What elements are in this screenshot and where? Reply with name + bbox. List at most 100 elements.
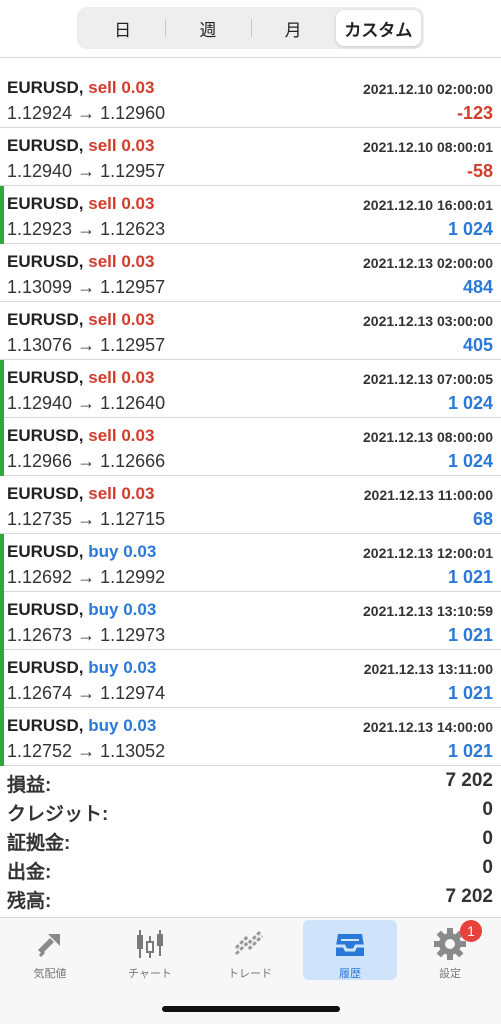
- price-range: 1.12966 → 1.12666: [7, 451, 166, 471]
- price-range: 1.12692 → 1.12992: [7, 567, 166, 587]
- side-label: sell 0.03: [88, 310, 155, 329]
- table-row[interactable]: EURUSD, sell 0.03 2021.12.10 08:00:01 1.…: [0, 128, 501, 186]
- trade-time: 2021.12.10 02:00:00: [363, 81, 493, 97]
- trade-time: 2021.12.13 12:00:01: [363, 545, 493, 561]
- side-label: buy 0.03: [88, 600, 157, 619]
- summary-credit-row: クレジット: 0: [0, 797, 501, 826]
- price-range: 1.13099 → 1.12957: [7, 277, 166, 297]
- table-row[interactable]: EURUSD, sell 0.03 2021.12.13 08:00:00 1.…: [0, 418, 501, 476]
- tab-month[interactable]: 月: [250, 10, 336, 46]
- table-row[interactable]: EURUSD, buy 0.03 2021.12.13 12:00:01 1.1…: [0, 534, 501, 592]
- period-segmented-control: 日 週 月 カスタム: [77, 7, 424, 49]
- tab-label: チャート: [128, 968, 172, 980]
- trade-time: 2021.12.13 13:10:59: [363, 603, 493, 619]
- price-range: 1.12940 → 1.12957: [7, 161, 166, 181]
- price-range: 1.12735 → 1.12715: [7, 509, 166, 529]
- trade-time: 2021.12.13 13:11:00: [363, 661, 493, 677]
- symbol: EURUSD,: [7, 368, 84, 387]
- table-row[interactable]: EURUSD, sell 0.03 2021.12.13 11:00:00 1.…: [0, 476, 501, 534]
- summary-balance-row: 残高: 7 202: [0, 884, 501, 913]
- gear-icon: 1: [432, 920, 482, 962]
- home-indicator: [162, 1006, 340, 1012]
- trade-time: 2021.12.13 08:00:00: [363, 429, 493, 445]
- price-range: 1.12752 → 1.13052: [7, 741, 166, 761]
- side-label: sell 0.03: [88, 136, 155, 155]
- price-range: 1.12673 → 1.12973: [7, 625, 166, 645]
- table-row[interactable]: EURUSD, buy 0.03 2021.12.13 14:00:00 1.1…: [0, 708, 501, 766]
- side-label: sell 0.03: [88, 426, 155, 445]
- symbol: EURUSD,: [7, 310, 84, 329]
- symbol: EURUSD,: [7, 542, 84, 561]
- trade-time: 2021.12.13 11:00:00: [363, 487, 493, 503]
- trade-time: 2021.12.10 08:00:01: [363, 139, 493, 155]
- side-label: sell 0.03: [88, 484, 155, 503]
- price-range: 1.12924 → 1.12960: [7, 103, 166, 123]
- trade-time: 2021.12.13 03:00:00: [363, 313, 493, 329]
- profit-loss: 405: [462, 335, 493, 355]
- summary-value: 0: [482, 857, 493, 878]
- trade-time: 2021.12.10 16:00:01: [363, 197, 493, 213]
- summary-withdrawal-row: 出金: 0: [0, 855, 501, 884]
- tab-week[interactable]: 週: [165, 10, 250, 46]
- symbol: EURUSD,: [7, 136, 84, 155]
- profit-loss: 1 021: [447, 567, 493, 587]
- profit-loss: 484: [462, 277, 493, 297]
- summary-value: 0: [482, 828, 493, 849]
- price-range: 1.13076 → 1.12957: [7, 335, 166, 355]
- profit-loss: 1 024: [447, 393, 493, 413]
- symbol: EURUSD,: [7, 426, 84, 445]
- table-row[interactable]: EURUSD, sell 0.03 2021.12.13 02:00:00 1.…: [0, 244, 501, 302]
- price-range: 1.12923 → 1.12623: [7, 219, 166, 239]
- symbol: EURUSD,: [7, 252, 84, 271]
- side-label: buy 0.03: [88, 542, 157, 561]
- table-row[interactable]: EURUSD, buy 0.03 2021.12.13 13:11:00 1.1…: [0, 650, 501, 708]
- profit-loss: 1 024: [447, 451, 493, 471]
- side-label: buy 0.03: [88, 658, 157, 677]
- side-label: sell 0.03: [88, 368, 155, 387]
- history-inbox-icon: [332, 926, 368, 962]
- symbol: EURUSD,: [7, 716, 84, 735]
- summary-label: 損益:: [7, 775, 52, 796]
- profit-loss: 1 024: [447, 219, 493, 239]
- summary-value: 0: [482, 799, 493, 820]
- tab-label: 履歴: [339, 968, 361, 980]
- table-row[interactable]: EURUSD, sell 0.03 2021.12.13 03:00:00 1.…: [0, 302, 501, 360]
- table-row[interactable]: EURUSD, buy 0.03 2021.12.13 13:10:59 1.1…: [0, 592, 501, 650]
- table-row[interactable]: EURUSD, sell 0.03 2021.12.10 16:00:01 1.…: [0, 186, 501, 244]
- summary-value: 7 202: [445, 886, 493, 907]
- trade-time: 2021.12.13 14:00:00: [363, 719, 493, 735]
- tab-settings[interactable]: 1 設定: [403, 920, 497, 980]
- profit-loss: 1 021: [447, 741, 493, 761]
- profit-loss: 1 021: [447, 625, 493, 645]
- profit-loss: 68: [472, 509, 493, 529]
- tab-history[interactable]: 履歴: [303, 920, 397, 980]
- symbol: EURUSD,: [7, 78, 84, 97]
- profit-loss: 1 021: [447, 683, 493, 703]
- summary-value: 7 202: [445, 770, 493, 791]
- summary-profit-row: 損益: 7 202: [0, 768, 501, 797]
- tab-label: 気配値: [33, 968, 67, 980]
- trade-icon: [232, 926, 268, 962]
- tab-custom[interactable]: カスタム: [335, 10, 421, 46]
- tab-trade[interactable]: トレード: [203, 920, 297, 980]
- summary-label: 残高:: [7, 891, 52, 912]
- table-row[interactable]: EURUSD, sell 0.03 2021.12.10 02:00:00 1.…: [0, 70, 501, 128]
- symbol: EURUSD,: [7, 194, 84, 213]
- trade-time: 2021.12.13 02:00:00: [363, 255, 493, 271]
- tab-day[interactable]: 日: [80, 10, 165, 46]
- side-label: sell 0.03: [88, 78, 155, 97]
- summary-label: 出金:: [7, 862, 52, 883]
- symbol: EURUSD,: [7, 658, 84, 677]
- price-range: 1.12940 → 1.12640: [7, 393, 166, 413]
- symbol: EURUSD,: [7, 484, 84, 503]
- notification-badge: 1: [460, 920, 482, 942]
- side-label: sell 0.03: [88, 252, 155, 271]
- side-label: buy 0.03: [88, 716, 157, 735]
- quotes-icon: [32, 926, 68, 962]
- table-row[interactable]: EURUSD, sell 0.03 2021.12.13 07:00:05 1.…: [0, 360, 501, 418]
- summary-label: クレジット:: [7, 804, 109, 825]
- tab-quotes[interactable]: 気配値: [3, 920, 97, 980]
- tab-chart[interactable]: チャート: [103, 920, 197, 980]
- summary-label: 証拠金:: [7, 833, 71, 854]
- summary-deposit-row: 証拠金: 0: [0, 826, 501, 855]
